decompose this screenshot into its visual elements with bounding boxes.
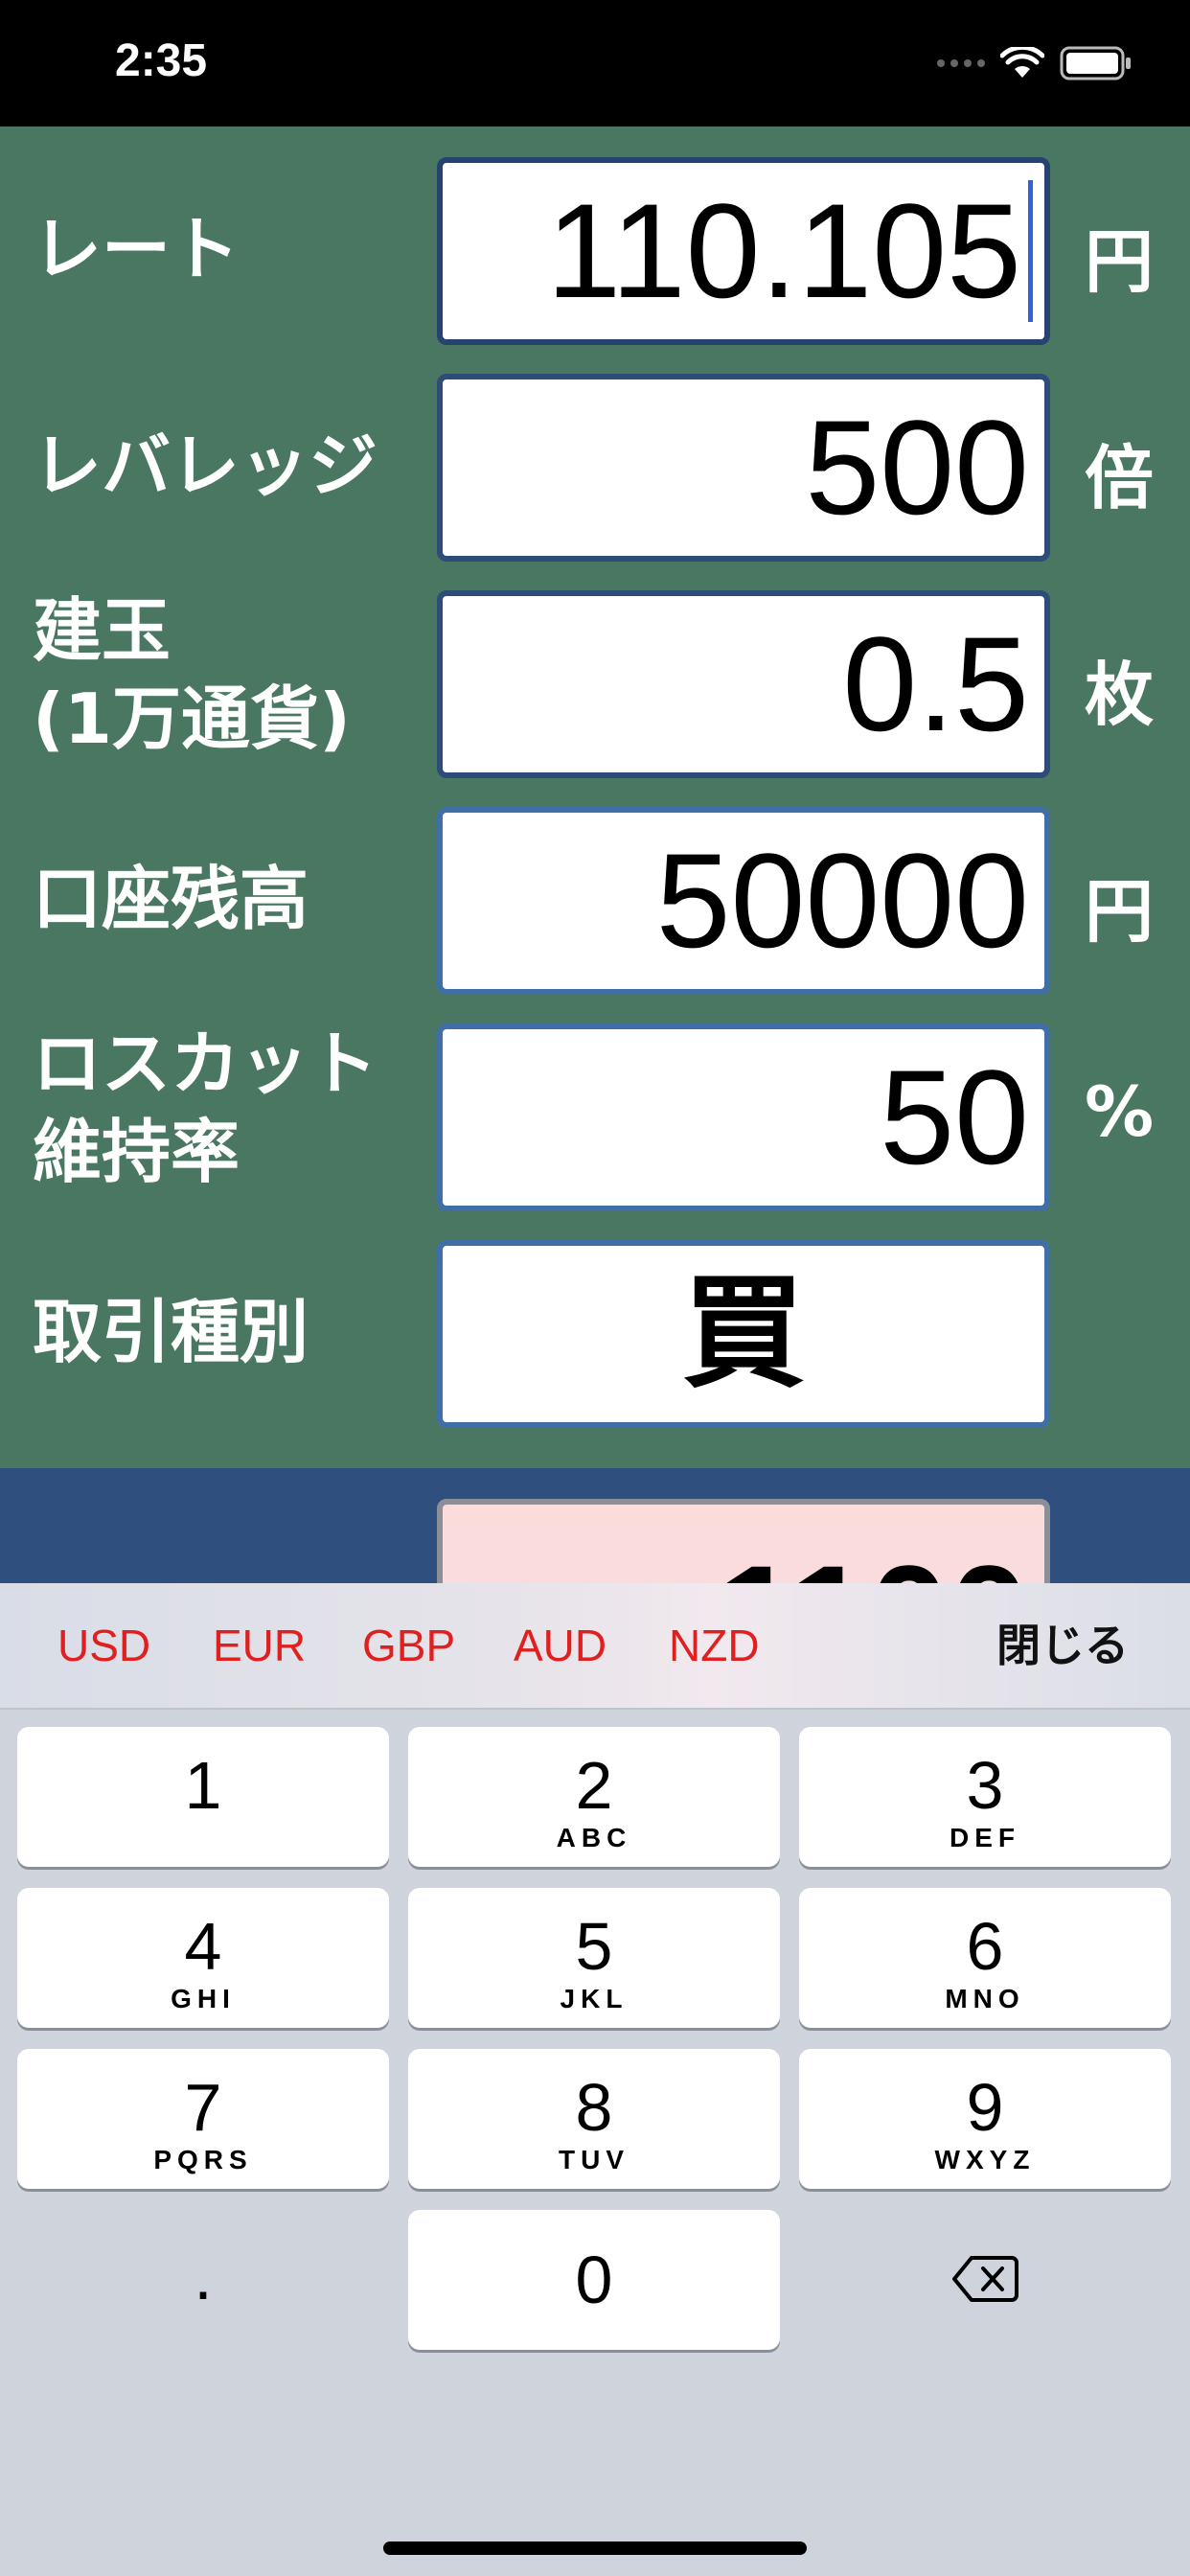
balance-input[interactable]: 50000 bbox=[437, 807, 1050, 995]
losscut-unit: % bbox=[1085, 1071, 1155, 1152]
losscut-label-line2: 維持率 bbox=[33, 1112, 240, 1192]
key-9[interactable]: 9 WXYZ bbox=[799, 2049, 1171, 2189]
balance-unit: 円 bbox=[1085, 871, 1155, 952]
key-9-digit: 9 bbox=[966, 2070, 1004, 2145]
result-area: 1100 bbox=[0, 1468, 1190, 1583]
rate-value: 110.105 bbox=[546, 175, 1021, 326]
status-bar: 2:35 bbox=[0, 0, 1190, 126]
leverage-input[interactable]: 500 bbox=[437, 374, 1050, 562]
key-3[interactable]: 3 DEF bbox=[799, 1727, 1171, 1867]
battery-icon bbox=[1060, 46, 1131, 80]
key-3-digit: 3 bbox=[966, 1748, 1004, 1823]
trade-type-value: 買 bbox=[681, 1262, 805, 1405]
text-caret bbox=[1028, 180, 1033, 322]
key-decimal-symbol: . bbox=[194, 2239, 213, 2313]
currency-eur-button[interactable]: EUR bbox=[213, 1583, 306, 1708]
losscut-label: ロスカット 維持率 bbox=[33, 1020, 378, 1196]
close-keyboard-button[interactable]: 閉じる bbox=[996, 1583, 1129, 1708]
trade-type-label: 取引種別 bbox=[33, 1292, 309, 1372]
result-field: 1100 bbox=[437, 1499, 1050, 1583]
result-value: 1100 bbox=[718, 1533, 1029, 1583]
leverage-row: レバレッジ 500 倍 bbox=[0, 370, 1190, 565]
status-icons bbox=[937, 46, 1133, 80]
balance-value: 50000 bbox=[655, 825, 1029, 976]
key-8-digit: 8 bbox=[575, 2070, 613, 2145]
losscut-row: ロスカット 維持率 50 % bbox=[0, 1020, 1190, 1215]
currency-gbp-button[interactable]: GBP bbox=[362, 1583, 455, 1708]
trade-type-selector[interactable]: 買 bbox=[437, 1240, 1050, 1428]
key-5[interactable]: 5 JKL bbox=[408, 1888, 780, 2028]
position-value: 0.5 bbox=[842, 609, 1029, 759]
position-unit: 枚 bbox=[1085, 655, 1155, 735]
signal-icon bbox=[937, 59, 985, 67]
rate-row: レート 110.105 円 bbox=[0, 153, 1190, 349]
key-6-letters: MNO bbox=[945, 1984, 1025, 2013]
key-7-letters: PQRS bbox=[153, 2145, 253, 2174]
backspace-icon bbox=[952, 2256, 1018, 2302]
delete-key[interactable] bbox=[799, 2210, 1171, 2350]
position-label-line1: 建玉 bbox=[33, 590, 172, 671]
key-2-digit: 2 bbox=[575, 1748, 613, 1823]
leverage-label: レバレッジ bbox=[33, 426, 378, 506]
key-1-digit: 1 bbox=[184, 1748, 222, 1823]
key-7-digit: 7 bbox=[184, 2070, 222, 2145]
key-4-digit: 4 bbox=[184, 1909, 222, 1984]
currency-usd-button[interactable]: USD bbox=[57, 1583, 150, 1708]
key-6-digit: 6 bbox=[966, 1909, 1004, 1984]
key-7[interactable]: 7 PQRS bbox=[17, 2049, 389, 2189]
key-5-letters: JKL bbox=[560, 1984, 629, 2013]
key-decimal[interactable]: . bbox=[17, 2210, 389, 2350]
rate-input[interactable]: 110.105 bbox=[437, 157, 1050, 345]
rate-label: レート bbox=[33, 209, 240, 289]
key-3-letters: DEF bbox=[950, 1823, 1020, 1852]
calculator-form: レート 110.105 円 レバレッジ 500 倍 建玉 (1万通貨) 0.5 … bbox=[0, 126, 1190, 1468]
status-time: 2:35 bbox=[115, 35, 208, 86]
key-1[interactable]: 1 bbox=[17, 1727, 389, 1867]
position-label-line2: (1万通貨) bbox=[33, 678, 351, 759]
numeric-keyboard: USD EUR GBP AUD NZD 閉じる 1 2 ABC 3 DEF 4 … bbox=[0, 1583, 1190, 2576]
key-8-letters: TUV bbox=[559, 2145, 629, 2174]
position-row: 建玉 (1万通貨) 0.5 枚 bbox=[0, 586, 1190, 782]
leverage-unit: 倍 bbox=[1085, 438, 1155, 518]
home-indicator[interactable] bbox=[383, 2542, 807, 2555]
key-0[interactable]: 0 bbox=[408, 2210, 780, 2350]
position-label: 建玉 (1万通貨) bbox=[33, 586, 351, 763]
trade-type-row: 取引種別 買 bbox=[0, 1236, 1190, 1432]
key-5-digit: 5 bbox=[575, 1909, 613, 1984]
balance-row: 口座残高 50000 円 bbox=[0, 803, 1190, 999]
key-9-letters: WXYZ bbox=[934, 2145, 1036, 2174]
key-4-letters: GHI bbox=[171, 1984, 236, 2013]
leverage-value: 500 bbox=[805, 392, 1029, 542]
rate-unit: 円 bbox=[1085, 221, 1155, 302]
losscut-label-line1: ロスカット bbox=[33, 1024, 378, 1104]
key-0-digit: 0 bbox=[575, 2242, 613, 2317]
key-4[interactable]: 4 GHI bbox=[17, 1888, 389, 2028]
key-6[interactable]: 6 MNO bbox=[799, 1888, 1171, 2028]
losscut-value: 50 bbox=[880, 1042, 1029, 1192]
key-2[interactable]: 2 ABC bbox=[408, 1727, 780, 1867]
balance-label: 口座残高 bbox=[33, 859, 309, 939]
keyboard-accessory-bar: USD EUR GBP AUD NZD 閉じる bbox=[0, 1583, 1190, 1710]
currency-aud-button[interactable]: AUD bbox=[514, 1583, 606, 1708]
key-8[interactable]: 8 TUV bbox=[408, 2049, 780, 2189]
currency-nzd-button[interactable]: NZD bbox=[669, 1583, 760, 1708]
losscut-input[interactable]: 50 bbox=[437, 1024, 1050, 1211]
wifi-icon bbox=[1000, 47, 1044, 78]
key-2-letters: ABC bbox=[556, 1823, 632, 1852]
position-input[interactable]: 0.5 bbox=[437, 590, 1050, 778]
